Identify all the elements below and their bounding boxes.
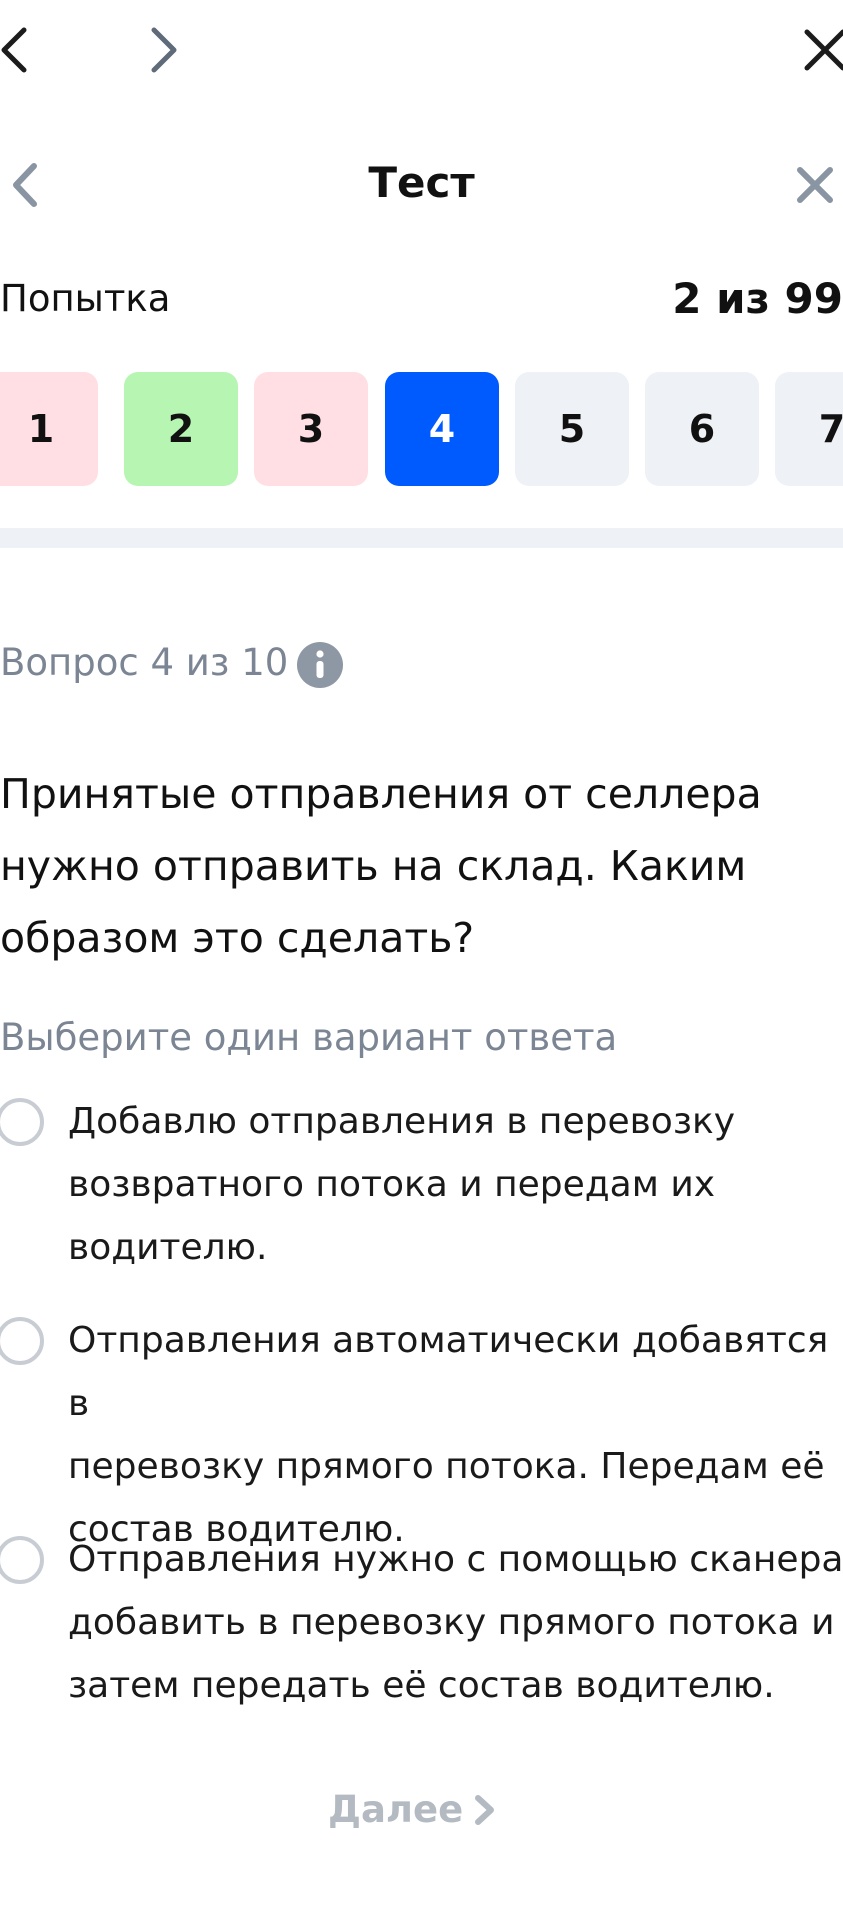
browser-back-button[interactable]	[0, 20, 46, 80]
answer-option-line: перевозку прямого потока. Передам её	[68, 1446, 825, 1487]
answer-option-3[interactable]: Отправления нужно с помощью сканера доба…	[0, 1528, 843, 1718]
question-tile-1[interactable]: 1	[0, 372, 98, 486]
answer-option-line: затем передать её состав водителю.	[68, 1665, 775, 1706]
question-text-line: Принятые отправления от селлера	[0, 770, 762, 818]
question-text-line: нужно отправить на склад. Каким	[0, 842, 747, 890]
question-tile-3[interactable]: 3	[254, 372, 368, 486]
answer-option-2[interactable]: Отправления автоматически добавятся в пе…	[0, 1309, 843, 1550]
answer-option-text: Отправления автоматически добавятся в пе…	[68, 1309, 843, 1561]
question-navigator: 1 2 3 4 5 6 7	[0, 372, 843, 486]
next-button[interactable]: Далее	[316, 1780, 516, 1840]
question-text-line: образом это сделать?	[0, 914, 475, 962]
tile-label: 1	[27, 407, 55, 451]
chevron-left-icon	[1, 27, 27, 73]
answer-option-line: возвратного потока и передам их	[68, 1164, 716, 1205]
close-icon	[804, 29, 843, 71]
section-divider	[0, 528, 843, 548]
info-button[interactable]	[296, 641, 344, 689]
answer-option-1[interactable]: Добавлю отправления в перевозку возвратн…	[0, 1090, 843, 1280]
answer-option-line: Отправления нужно с помощью сканера	[68, 1539, 843, 1580]
tile-label: 6	[688, 407, 716, 451]
next-button-label: Далее	[328, 1788, 464, 1831]
tile-label: 3	[297, 407, 325, 451]
tile-label: 7	[818, 407, 843, 451]
radio-button[interactable]	[0, 1098, 44, 1146]
answer-option-line: Добавлю отправления в перевозку	[68, 1101, 736, 1142]
browser-forward-button[interactable]	[132, 20, 192, 80]
answer-option-line: Отправления автоматически добавятся в	[68, 1320, 829, 1424]
question-tile-7[interactable]: 7	[775, 372, 843, 486]
radio-button[interactable]	[0, 1317, 44, 1365]
question-text: Принятые отправления от селлера нужно от…	[0, 758, 800, 974]
chevron-right-icon	[151, 27, 177, 73]
question-tile-5[interactable]: 5	[515, 372, 629, 486]
browser-close-button[interactable]	[795, 20, 843, 80]
answer-option-line: водителю.	[68, 1227, 268, 1268]
header-close-button[interactable]	[790, 160, 840, 210]
question-tile-2[interactable]: 2	[124, 372, 238, 486]
close-icon	[797, 167, 833, 203]
answer-option-text: Добавлю отправления в перевозку возвратн…	[68, 1090, 843, 1279]
answer-option-line: добавить в перевозку прямого потока и	[68, 1602, 835, 1643]
page-title: Тест	[368, 158, 475, 207]
answer-hint: Выберите один вариант ответа	[0, 1016, 618, 1059]
tile-label: 4	[428, 407, 456, 451]
tile-label: 2	[167, 407, 195, 451]
tile-label: 5	[558, 407, 586, 451]
question-tile-6[interactable]: 6	[645, 372, 759, 486]
chevron-right-icon	[475, 1795, 494, 1825]
radio-button[interactable]	[0, 1536, 44, 1584]
info-icon	[297, 642, 343, 688]
question-tile-4[interactable]: 4	[385, 372, 499, 486]
attempt-label: Попытка	[0, 277, 171, 320]
attempt-counter: 2 из 99	[672, 274, 843, 323]
answer-option-text: Отправления нужно с помощью сканера доба…	[68, 1528, 843, 1717]
question-counter: Вопрос 4 из 10	[0, 641, 289, 684]
